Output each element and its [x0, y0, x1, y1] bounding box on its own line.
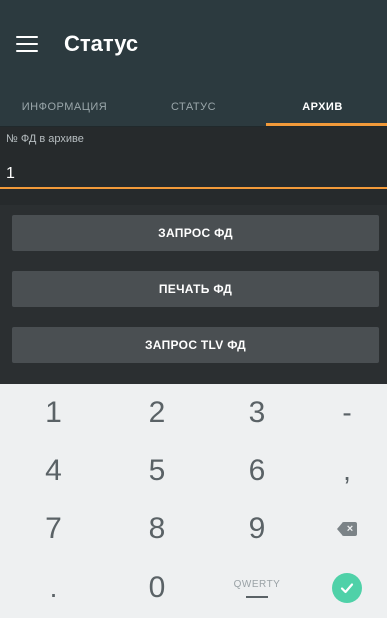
tab-bar: ИНФОРМАЦИЯ СТАТУС АРХИВ [0, 88, 387, 127]
fd-number-label: № ФД в архиве [6, 133, 84, 145]
tab-archive[interactable]: АРХИВ [258, 88, 387, 126]
fd-number-input[interactable] [6, 165, 387, 183]
tab-information[interactable]: ИНФОРМАЦИЯ [0, 88, 129, 126]
key-4[interactable]: 4 [0, 442, 107, 500]
key-period[interactable]: . [0, 558, 107, 618]
input-underline [0, 187, 387, 189]
archive-form: № ФД в архиве [0, 127, 387, 205]
request-fd-button[interactable]: ЗАПРОС ФД [12, 215, 379, 251]
key-2[interactable]: 2 [107, 384, 207, 442]
key-3[interactable]: 3 [207, 384, 307, 442]
numeric-keyboard: 1 2 3 - 4 5 6 , 7 8 9 × . 0 QWERTY [0, 384, 387, 618]
action-buttons: ЗАПРОС ФД ПЕЧАТЬ ФД ЗАПРОС TLV ФД [0, 205, 387, 365]
checkmark-icon [332, 573, 362, 603]
backspace-key[interactable]: × [307, 500, 387, 558]
key-1[interactable]: 1 [0, 384, 107, 442]
key-8[interactable]: 8 [107, 500, 207, 558]
page-title: Статус [64, 31, 139, 56]
key-7[interactable]: 7 [0, 500, 107, 558]
tab-status[interactable]: СТАТУС [129, 88, 258, 126]
key-6[interactable]: 6 [207, 442, 307, 500]
qwerty-underline [246, 595, 268, 598]
enter-key[interactable] [307, 558, 387, 618]
key-9[interactable]: 9 [207, 500, 307, 558]
qwerty-label: QWERTY [233, 578, 281, 590]
key-5[interactable]: 5 [107, 442, 207, 500]
app-bar: Статус [0, 0, 387, 88]
key-0[interactable]: 0 [107, 558, 207, 618]
print-fd-button[interactable]: ПЕЧАТЬ ФД [12, 271, 379, 307]
request-tlv-fd-button[interactable]: ЗАПРОС TLV ФД [12, 327, 379, 363]
menu-icon[interactable] [16, 36, 38, 52]
key-comma[interactable]: , [307, 442, 387, 500]
qwerty-switch-key[interactable]: QWERTY [207, 558, 307, 618]
backspace-icon: × [337, 522, 357, 536]
key-minus[interactable]: - [307, 384, 387, 442]
